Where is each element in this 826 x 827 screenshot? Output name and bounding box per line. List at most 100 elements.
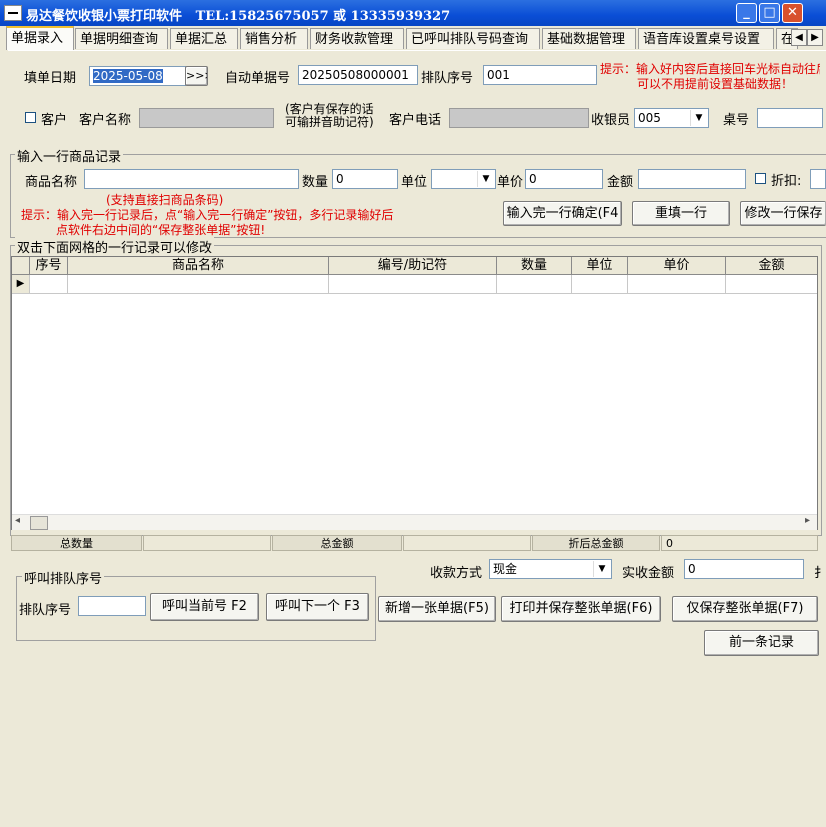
col-header-name[interactable]: 商品名称: [68, 257, 329, 275]
horizontal-scrollbar[interactable]: ◂ ▸: [12, 514, 817, 530]
call-queue-label: 排队序号: [19, 603, 72, 618]
received-amount-label: 实收金额: [622, 566, 675, 581]
scroll-left-icon[interactable]: ◂: [15, 515, 20, 526]
arrow-right-icon: ▶: [811, 32, 819, 43]
table-row-cell-price[interactable]: [628, 275, 726, 294]
cashier-select[interactable]: 005 ▼: [634, 108, 709, 128]
arrow-left-icon: ◀: [795, 32, 803, 43]
customer-name-label: 客户名称: [79, 113, 132, 128]
minimize-button[interactable]: _: [736, 3, 757, 23]
payment-method-label: 收款方式: [430, 566, 483, 581]
items-grid[interactable]: 序号 商品名称 编号/助记符 数量 单位 单价 金额 ▶ ◂ ▸: [11, 256, 818, 530]
queue-field[interactable]: 001: [483, 65, 597, 85]
tab-summary[interactable]: 单据汇总: [170, 28, 238, 49]
customer-phone-field[interactable]: [449, 108, 589, 128]
tab-scroll-left-button[interactable]: ◀: [791, 29, 807, 46]
tab-strip: 单据录入 单据明细查询 单据汇总 销售分析 财务收款管理 已呼叫排队号码查询 基…: [6, 26, 826, 50]
tab-finance[interactable]: 财务收款管理: [310, 28, 404, 49]
title-bar: 易达餐饮收银小票打印软件 TEL:15825675057 或 133359393…: [0, 0, 826, 26]
scroll-right-icon[interactable]: ▸: [805, 515, 810, 526]
grid-corner-header: [12, 257, 30, 275]
tab-entry[interactable]: 单据录入: [6, 26, 74, 50]
restore-icon: □: [763, 5, 776, 20]
call-next-button[interactable]: 呼叫下一个 F3: [266, 593, 369, 621]
item-name-field[interactable]: [84, 169, 299, 189]
tab-sales-analysis[interactable]: 销售分析: [240, 28, 308, 49]
refill-row-button[interactable]: 重填一行: [632, 201, 730, 226]
tab-called-queue[interactable]: 已呼叫排队号码查询: [406, 28, 540, 49]
call-current-button[interactable]: 呼叫当前号 F2: [150, 593, 259, 621]
item-name-label: 商品名称: [25, 175, 78, 190]
tab-base-data[interactable]: 基础数据管理: [542, 28, 636, 49]
discounted-total-value: 0: [661, 535, 818, 551]
call-queue-title: 呼叫排队序号: [22, 568, 105, 587]
payment-method-value: 现金: [493, 562, 518, 576]
window-title: 易达餐饮收银小票打印软件 TEL:15825675057 或 133359393…: [26, 5, 450, 24]
close-button[interactable]: ✕: [782, 3, 803, 23]
col-header-amount[interactable]: 金额: [726, 257, 817, 275]
cut-off-label: 扌: [814, 566, 826, 581]
tab-detail-query[interactable]: 单据明细查询: [75, 28, 168, 49]
customer-phone-label: 客户电话: [389, 113, 442, 128]
new-bill-button[interactable]: 新增一张单据(F5): [378, 596, 496, 622]
modify-row-button[interactable]: 修改一行保存: [740, 201, 826, 226]
discount-checkbox[interactable]: [755, 173, 766, 184]
date-value: 2025-05-08: [93, 69, 163, 83]
table-row-cell-unit[interactable]: [572, 275, 628, 294]
print-save-button[interactable]: 打印并保存整张单据(F6): [501, 596, 661, 622]
customer-note-line2: 可输拼音助记符): [285, 115, 374, 129]
col-header-unit[interactable]: 单位: [572, 257, 628, 275]
grid-title: 双击下面网格的一行记录可以修改: [15, 237, 215, 256]
price-label: 单价: [497, 175, 524, 190]
scroll-thumb[interactable]: [30, 516, 48, 530]
discount-field[interactable]: [810, 169, 826, 189]
contact-text: TEL:15825675057 或 13335939327: [195, 9, 451, 24]
unit-select[interactable]: ▼: [431, 169, 496, 189]
item-tip-2: 点软件右边中间的“保存整张单据”按钮!: [56, 223, 266, 237]
amount-field[interactable]: [638, 169, 746, 189]
save-only-button[interactable]: 仅保存整张单据(F7): [672, 596, 818, 622]
received-amount-field[interactable]: 0: [684, 559, 804, 579]
date-picker-button[interactable]: >>>: [185, 66, 208, 86]
queue-label: 排队序号: [421, 71, 474, 86]
auto-no-field[interactable]: 20250508000001: [298, 65, 418, 85]
customer-name-field[interactable]: [139, 108, 274, 128]
total-qty-label: 总数量: [11, 535, 142, 551]
date-field[interactable]: 2025-05-08: [89, 66, 186, 86]
col-header-qty[interactable]: 数量: [497, 257, 572, 275]
close-icon: ✕: [787, 5, 798, 20]
tab-voice-table[interactable]: 语音库设置桌号设置: [638, 28, 774, 49]
col-header-price[interactable]: 单价: [628, 257, 726, 275]
confirm-row-button[interactable]: 输入完一行确定(F4: [503, 201, 622, 226]
payment-method-select[interactable]: 现金 ▼: [489, 559, 612, 579]
table-row-cell-code[interactable]: [329, 275, 497, 294]
qty-label: 数量: [302, 175, 329, 190]
table-row-cell-name[interactable]: [68, 275, 329, 294]
app-title-text: 易达餐饮收银小票打印软件: [26, 9, 183, 24]
prev-record-button[interactable]: 前一条记录: [704, 630, 819, 656]
app-menu-icon[interactable]: [4, 5, 22, 21]
call-queue-field[interactable]: [78, 596, 146, 616]
table-row-cell-amount[interactable]: [726, 275, 817, 294]
table-field[interactable]: [757, 108, 823, 128]
customer-check-label: 客户: [41, 113, 68, 128]
dropdown-arrow-icon: ▼: [593, 561, 610, 577]
cashier-label: 收银员: [591, 113, 631, 128]
qty-field[interactable]: 0: [332, 169, 398, 189]
header-tip-2: 可以不用提前设置基础数据！: [637, 77, 794, 91]
tab-scroll-right-button[interactable]: ▶: [807, 29, 823, 46]
table-row-cell-no[interactable]: [30, 275, 68, 294]
cashier-value: 005: [638, 111, 661, 125]
col-header-no[interactable]: 序号: [30, 257, 68, 275]
price-field[interactable]: 0: [525, 169, 603, 189]
restore-button[interactable]: □: [759, 3, 780, 23]
dropdown-arrow-icon: ▼: [690, 110, 707, 126]
customer-checkbox[interactable]: [25, 112, 36, 123]
customer-note: (客户有保存的话 可输拼音助记符): [285, 103, 374, 129]
table-row-cell-qty[interactable]: [497, 275, 572, 294]
table-label: 桌号: [723, 113, 750, 128]
auto-no-label: 自动单据号: [225, 71, 291, 86]
col-header-code[interactable]: 编号/助记符: [329, 257, 497, 275]
total-qty-value: [143, 535, 271, 551]
date-label: 填单日期: [24, 71, 77, 86]
